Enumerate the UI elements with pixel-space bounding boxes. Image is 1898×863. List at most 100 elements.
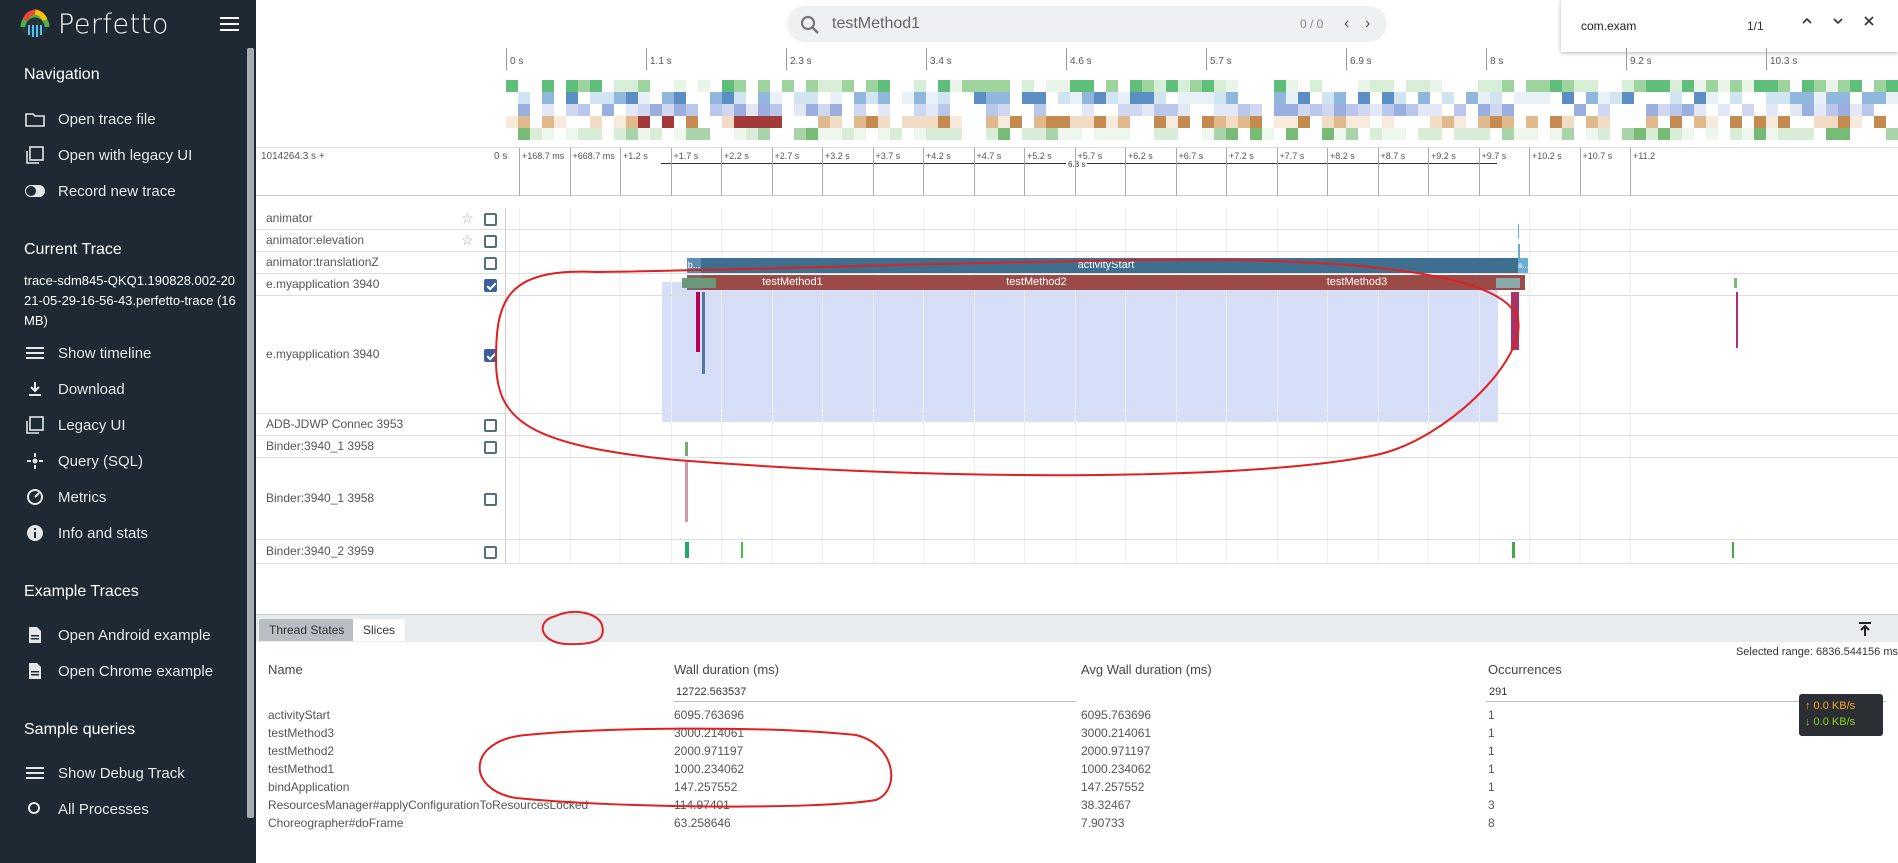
track-select-checkbox[interactable]: [484, 419, 497, 432]
find-prev-icon[interactable]: [1801, 14, 1813, 32]
slice-name-cell[interactable]: activityStart: [268, 708, 330, 722]
overview-timeline[interactable]: 0 s 1.1 s 2.3 s 3.4 s 4.6 s 5.7 s 6.9 s 8 s 9.2 …: [256, 48, 1898, 148]
slice-name-cell[interactable]: testMethod3: [268, 726, 334, 740]
heat-cell: [1838, 80, 1850, 92]
track-shell[interactable]: animator ☆: [256, 208, 506, 229]
heat-cell: [818, 128, 830, 140]
slice-test-method-1[interactable]: testMethod1: [701, 275, 884, 290]
record-new-trace-item[interactable]: Record new trace: [0, 173, 256, 209]
tab-thread-states[interactable]: Thread States: [259, 619, 355, 641]
activity-mark[interactable]: [1512, 542, 1515, 558]
track-select-checkbox[interactable]: [484, 235, 497, 248]
track-select-checkbox[interactable]: [484, 349, 497, 362]
download-item[interactable]: Download: [0, 371, 256, 407]
heat-cell: [602, 92, 614, 104]
track-shell[interactable]: Binder:3940_2 3959: [256, 540, 506, 563]
track-shell[interactable]: Binder:3940_1 3958: [256, 436, 506, 457]
track-select-checkbox[interactable]: [484, 546, 497, 559]
omnibox[interactable]: testMethod1 0 / 0 ‹ ›: [787, 6, 1387, 42]
legacy-ui-item[interactable]: Legacy UI: [0, 407, 256, 443]
show-timeline-item[interactable]: Show timeline: [0, 335, 256, 371]
search-prev-icon[interactable]: ‹: [1344, 15, 1349, 33]
heat-cell: [542, 116, 554, 128]
hamburger-menu-icon[interactable]: [220, 17, 239, 31]
grid-line: [670, 274, 672, 295]
track-row[interactable]: animator:elevation ☆: [256, 230, 1898, 252]
activity-mark[interactable]: [1518, 244, 1520, 258]
activity-mark[interactable]: [1518, 224, 1519, 238]
slice-test-method-3[interactable]: testMethod3: [1189, 275, 1525, 290]
track-select-checkbox[interactable]: [484, 493, 497, 506]
omnibox-input[interactable]: testMethod1: [832, 15, 920, 33]
activity-mark[interactable]: [696, 292, 700, 352]
open-android-example-item[interactable]: Open Android example: [0, 617, 256, 653]
open-legacy-ui-item[interactable]: Open with legacy UI: [0, 137, 256, 173]
track-row[interactable]: Binder:3940_2 3959: [256, 540, 1898, 564]
track-shell[interactable]: ADB-JDWP Connec 3953: [256, 414, 506, 435]
heat-cell: [1826, 92, 1838, 104]
slice-name-cell[interactable]: ResourcesManager#applyConfigurationToRes…: [268, 798, 588, 812]
activity-mark[interactable]: [1736, 292, 1738, 348]
slice-activity-start[interactable]: activityStart: [687, 258, 1525, 273]
activity-mark[interactable]: [685, 462, 688, 522]
open-trace-file-item[interactable]: Open trace file: [0, 101, 256, 137]
track-select-checkbox[interactable]: [484, 441, 497, 454]
heat-cell: [1478, 80, 1490, 92]
track-select-checkbox[interactable]: [484, 213, 497, 226]
col-header-wall-duration[interactable]: Wall duration (ms): [674, 662, 779, 677]
slice-bind[interactable]: b...: [687, 258, 701, 273]
maximize-panel-icon[interactable]: [1857, 621, 1873, 642]
activity-mark[interactable]: [1496, 278, 1520, 288]
grid-line: [1478, 414, 1480, 435]
col-header-avg-wall-duration[interactable]: Avg Wall duration (ms): [1081, 662, 1212, 677]
heat-cell: [1754, 116, 1766, 128]
track-shell[interactable]: animator:elevation ☆: [256, 230, 506, 251]
activity-mark[interactable]: [682, 278, 716, 288]
show-debug-track-item[interactable]: Show Debug Track: [0, 755, 256, 791]
activity-mark[interactable]: [1732, 542, 1734, 558]
track-shell[interactable]: e.myapplication 3940: [256, 274, 506, 295]
track-shell[interactable]: Binder:3940_1 3958: [256, 458, 506, 539]
heat-cell: [1646, 104, 1658, 116]
col-header-name[interactable]: Name: [268, 662, 303, 677]
tab-slices[interactable]: Slices: [353, 619, 406, 641]
slice-name-cell[interactable]: bindApplication: [268, 780, 349, 794]
track-row[interactable]: Binder:3940_1 3958: [256, 458, 1898, 540]
activity-mark[interactable]: [741, 542, 743, 558]
slice-animator[interactable]: a...: [1518, 258, 1528, 273]
find-next-icon[interactable]: [1832, 14, 1844, 32]
track-row[interactable]: ADB-JDWP Connec 3953: [256, 414, 1898, 436]
heat-cell: [1790, 128, 1802, 140]
activity-mark[interactable]: [702, 292, 705, 374]
slice-test-method-2[interactable]: testMethod2: [884, 275, 1189, 290]
heat-cell: [1610, 92, 1622, 104]
track-shell[interactable]: e.myapplication 3940: [256, 296, 506, 413]
track-select-checkbox[interactable]: [484, 279, 497, 292]
pin-star-icon[interactable]: ☆: [461, 210, 474, 227]
track-row[interactable]: animator ☆: [256, 208, 1898, 230]
find-input[interactable]: com.exam: [1581, 19, 1636, 33]
info-and-stats-item[interactable]: Info and stats: [0, 515, 256, 551]
slice-name-cell[interactable]: Choreographer#doFrame: [268, 816, 403, 830]
activity-mark[interactable]: [685, 442, 688, 456]
heat-cell: [950, 116, 962, 128]
track-row[interactable]: e.myapplication 3940: [256, 296, 1898, 414]
open-chrome-example-item[interactable]: Open Chrome example: [0, 653, 256, 689]
col-header-occurrences[interactable]: Occurrences: [1488, 662, 1562, 677]
track-select-checkbox[interactable]: [484, 257, 497, 270]
all-processes-item[interactable]: All Processes: [0, 791, 256, 827]
track-panel[interactable]: animator ☆ animator:elevation ☆ animator:tra…: [256, 196, 1898, 614]
activity-mark[interactable]: [1734, 278, 1737, 288]
activity-mark[interactable]: [685, 542, 689, 558]
metrics-item[interactable]: Metrics: [0, 479, 256, 515]
slice-name-cell[interactable]: testMethod1: [268, 762, 334, 776]
pin-star-icon[interactable]: ☆: [461, 232, 474, 249]
slice-name-cell[interactable]: testMethod2: [268, 744, 334, 758]
query-sql-item[interactable]: Query (SQL): [0, 443, 256, 479]
activity-mark[interactable]: [1511, 292, 1519, 350]
sidebar-scrollbar[interactable]: [247, 48, 254, 818]
search-next-icon[interactable]: ›: [1365, 15, 1370, 33]
track-shell[interactable]: animator:translationZ: [256, 252, 506, 273]
track-row[interactable]: Binder:3940_1 3958: [256, 436, 1898, 458]
find-close-icon[interactable]: [1863, 14, 1875, 32]
